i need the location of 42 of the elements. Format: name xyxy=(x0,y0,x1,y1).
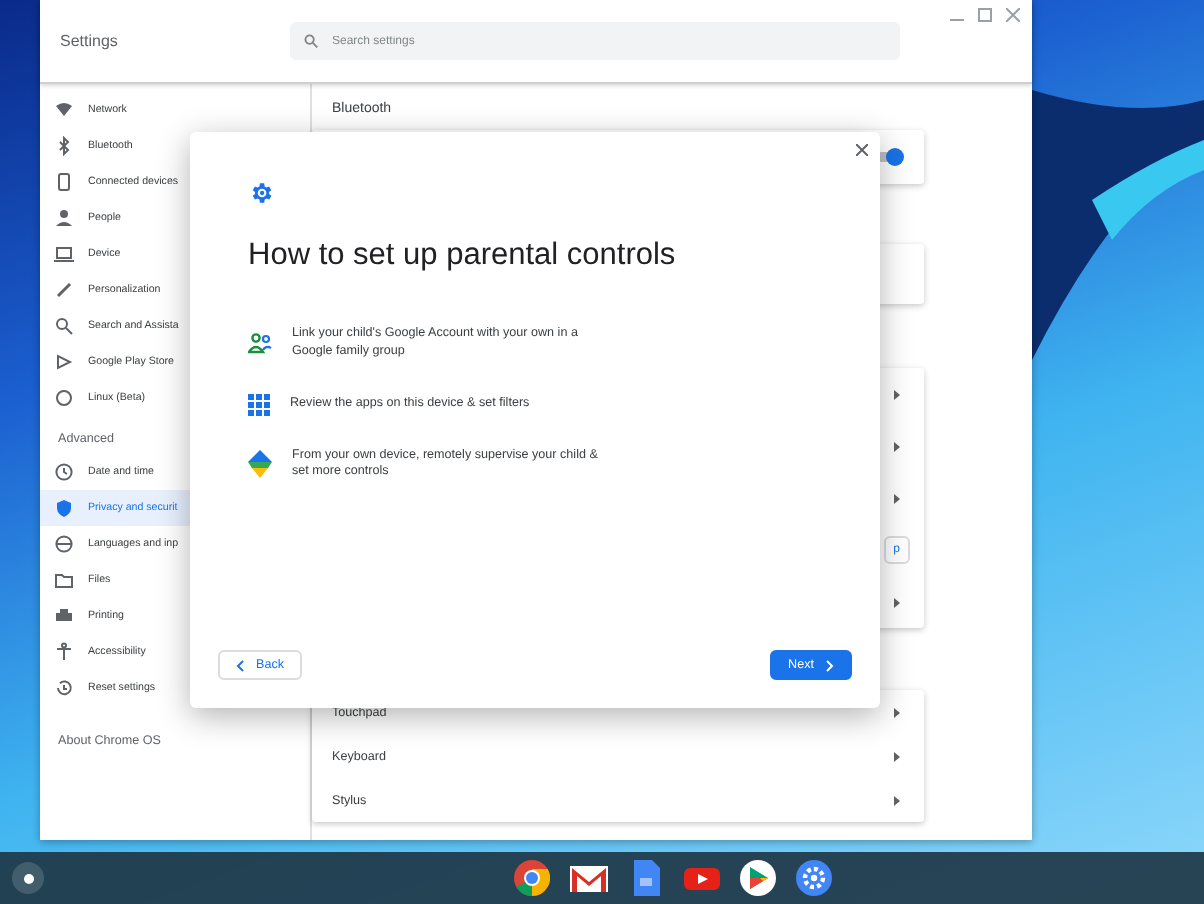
app-grid-icon xyxy=(248,393,270,416)
document-icon[interactable] xyxy=(628,860,664,896)
reset-icon xyxy=(54,678,74,698)
chevron-icon xyxy=(894,597,900,607)
bluetooth-toggle[interactable] xyxy=(876,152,900,162)
store-icon[interactable] xyxy=(740,860,776,896)
clock-icon xyxy=(54,462,74,482)
phone-icon xyxy=(54,172,74,192)
shield-icon xyxy=(54,498,74,518)
close-icon[interactable] xyxy=(1006,8,1020,22)
chevron-icon xyxy=(894,493,900,503)
wifi-icon xyxy=(54,100,74,120)
pen-icon xyxy=(54,280,74,300)
dialog-title: How to set up parental controls xyxy=(248,238,678,274)
launcher-button[interactable] xyxy=(12,862,44,894)
chevron-icon xyxy=(894,795,900,805)
access-icon xyxy=(54,642,74,662)
chevron-icon xyxy=(894,707,900,717)
search-icon xyxy=(304,34,318,48)
browser-icon[interactable] xyxy=(514,860,550,896)
gear-icon xyxy=(248,180,274,206)
bluetooth-icon xyxy=(54,136,74,156)
family-icon xyxy=(248,332,272,355)
laptop-icon xyxy=(54,244,74,264)
mail-icon[interactable] xyxy=(570,860,608,896)
chevron-left-icon xyxy=(236,659,244,671)
close-icon xyxy=(856,144,868,156)
launcher-icon xyxy=(23,873,33,883)
person-icon xyxy=(54,208,74,228)
search-icon xyxy=(54,316,74,336)
close-button[interactable] xyxy=(852,140,872,160)
globe-icon xyxy=(54,534,74,554)
window-title: Settings xyxy=(58,32,120,50)
settings-icon[interactable] xyxy=(796,860,832,896)
maximize-icon[interactable] xyxy=(978,8,992,22)
play-icon xyxy=(54,352,74,372)
chevron-icon xyxy=(894,389,900,399)
folder-icon xyxy=(54,570,74,590)
chevron-right-icon xyxy=(826,659,834,671)
chevron-icon xyxy=(894,751,900,761)
family-link-icon xyxy=(248,450,272,479)
chevron-icon xyxy=(894,441,900,451)
